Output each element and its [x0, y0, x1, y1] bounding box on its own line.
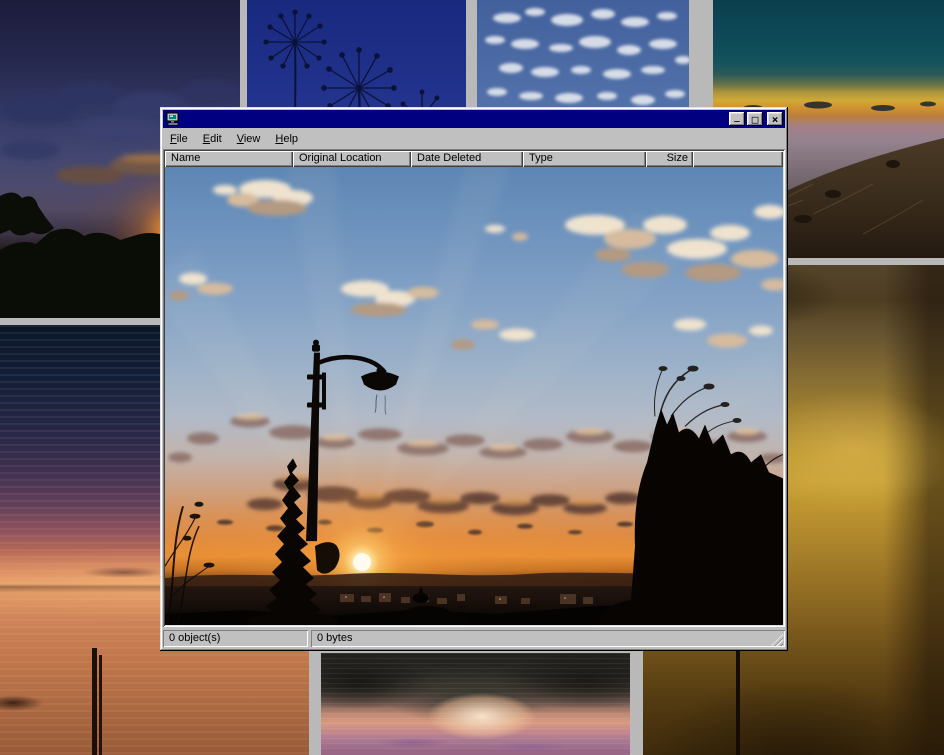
menu-bar: FileEditViewHelp — [163, 128, 785, 149]
water-post-silhouette — [99, 655, 102, 755]
column-header-row: NameOriginal LocationDate DeletedTypeSiz… — [165, 151, 783, 167]
recycle-bin-window: _□ × FileEditViewHelp NameOriginal Locati… — [160, 107, 788, 651]
column-header-size[interactable]: Size — [646, 151, 693, 167]
column-header-type[interactable]: Type — [523, 151, 646, 167]
column-header-name[interactable]: Name — [165, 151, 293, 167]
background-photo-water-reflection — [321, 653, 630, 755]
minimize-button[interactable]: _ — [729, 112, 745, 126]
pole-silhouette — [736, 651, 740, 755]
menu-edit[interactable]: Edit — [197, 131, 228, 147]
column-header-original-location[interactable]: Original Location — [293, 151, 411, 167]
shore-rocks-silhouette — [0, 695, 44, 711]
window-controls: _□ × — [727, 112, 783, 126]
maximize-button[interactable]: □ — [747, 112, 763, 126]
close-button[interactable]: × — [767, 112, 783, 126]
menu-file[interactable]: File — [164, 131, 194, 147]
status-object-count: 0 object(s) — [163, 630, 308, 647]
water-post-silhouette — [92, 648, 97, 755]
menu-help[interactable]: Help — [269, 131, 304, 147]
listview-photo-background[interactable] — [165, 167, 783, 625]
recycle-bin-listview[interactable]: NameOriginal LocationDate DeletedTypeSiz… — [163, 149, 785, 627]
column-header-date-deleted[interactable]: Date Deleted — [411, 151, 523, 167]
desktop: _□ × FileEditViewHelp NameOriginal Locati… — [0, 0, 944, 755]
sunset-lamp-photo — [165, 167, 783, 625]
status-bar: 0 object(s) 0 bytes — [163, 629, 785, 648]
column-header-blank[interactable] — [693, 151, 783, 167]
status-size: 0 bytes — [311, 630, 785, 647]
menu-view[interactable]: View — [231, 131, 267, 147]
title-bar[interactable]: _□ × — [163, 110, 785, 128]
computer-monitor-icon — [166, 112, 180, 126]
